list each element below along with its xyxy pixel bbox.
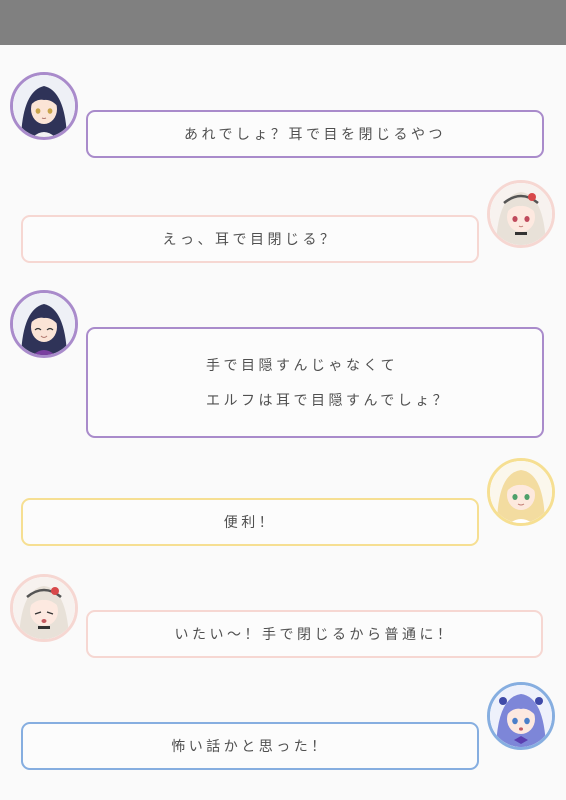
message-text: 便利！	[223, 515, 277, 531]
dark-haired-girl-avatar-icon	[10, 72, 78, 140]
silver-haired-girl-avatar-icon	[10, 574, 78, 642]
dark-haired-girl-smiling-avatar-icon	[10, 290, 78, 358]
chat-message-6: 怖い話かと思った！	[21, 722, 479, 770]
message-text: あれでしょ？耳で目を閉じるやつ	[183, 127, 447, 143]
blonde-girl-avatar-icon	[487, 458, 555, 526]
message-text-line-2: エルフは耳で目隠すんでしょ？	[206, 393, 451, 409]
message-text-line-1: 手で目隠すんじゃなくて	[206, 358, 399, 374]
top-bar	[0, 0, 566, 45]
blue-haired-girl-avatar-icon	[487, 682, 555, 750]
chat-message-4: 便利！	[21, 498, 479, 546]
chat-message-5: いたい～！手で閉じるから普通に！	[86, 610, 543, 658]
message-text: 怖い話かと思った！	[171, 739, 329, 755]
silver-haired-girl-avatar-icon	[487, 180, 555, 248]
chat-message-2: えっ、耳で目閉じる？	[21, 215, 479, 263]
chat-message-1: あれでしょ？耳で目を閉じるやつ	[86, 110, 544, 158]
chat-message-3: 手で目隠すんじゃなくて エルフは耳で目隠すんでしょ？	[86, 327, 544, 438]
message-text: えっ、耳で目閉じる？	[162, 232, 338, 248]
message-text: いたい～！手で閉じるから普通に！	[174, 627, 455, 643]
